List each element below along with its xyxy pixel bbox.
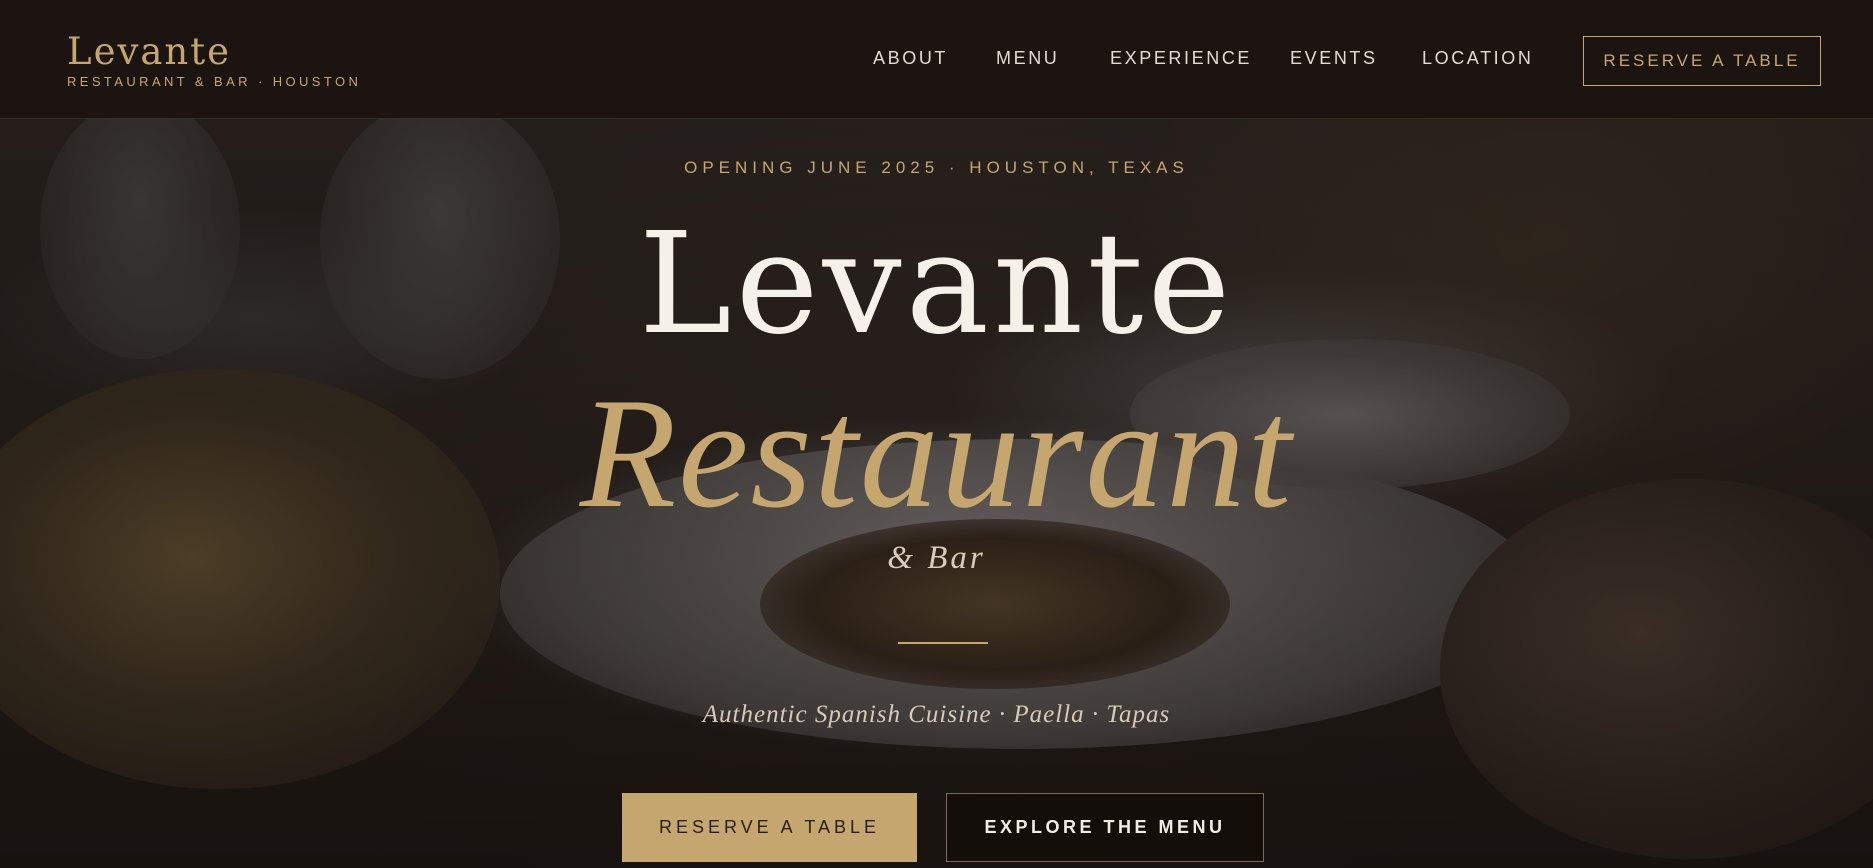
brand-subtitle: RESTAURANT & BAR · HOUSTON (67, 74, 362, 89)
hero-divider (898, 642, 988, 644)
top-navigation: Levante RESTAURANT & BAR · HOUSTON ABOUT… (0, 0, 1873, 119)
hero-tagline: Authentic Spanish Cuisine · Paella · Tap… (702, 701, 1171, 728)
nav-link-experience[interactable]: EXPERIENCE (1110, 48, 1252, 69)
nav-link-about[interactable]: ABOUT (873, 48, 948, 69)
hero-eyebrow: OPENING JUNE 2025 · HOUSTON, TEXAS (684, 158, 1189, 177)
brand-name: Levante (67, 30, 232, 73)
brand-logo[interactable]: Levante RESTAURANT & BAR · HOUSTON (67, 30, 361, 89)
hero-section: OPENING JUNE 2025 · HOUSTON, TEXAS Levan… (0, 119, 1873, 868)
reserve-table-button[interactable]: RESERVE A TABLE (622, 793, 917, 862)
nav-link-events[interactable]: EVENTS (1290, 48, 1378, 69)
nav-reserve-button[interactable]: RESERVE A TABLE (1583, 36, 1821, 86)
hero-title: Levante (638, 203, 1235, 366)
hero-title-restaurant: Restaurant (579, 366, 1294, 541)
nav-link-location[interactable]: LOCATION (1422, 48, 1533, 69)
explore-menu-button[interactable]: EXPLORE THE MENU (946, 793, 1264, 862)
nav-link-menu[interactable]: MENU (996, 48, 1059, 69)
hero-title-bar: & Bar (887, 540, 986, 576)
